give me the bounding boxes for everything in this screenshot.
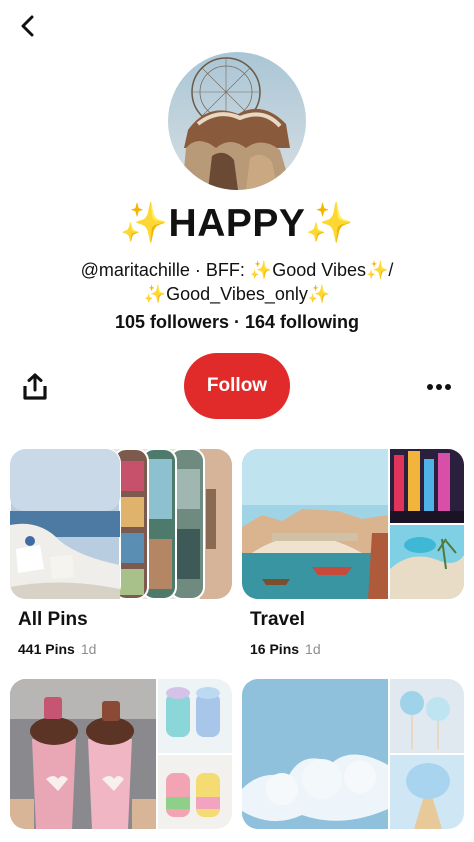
more-dot xyxy=(445,384,451,390)
board-age: 1d xyxy=(80,641,97,657)
board-title: All Pins xyxy=(18,609,88,630)
board-cover xyxy=(242,449,464,599)
profile-bio-line-2: ✨Good_Vibes_only✨ xyxy=(143,284,331,304)
profile-name: ✨HAPPY✨ xyxy=(119,202,355,245)
profile-bio: @maritachille · BFF: ✨Good Vibes✨/ ✨Good… xyxy=(40,258,434,306)
board-meta: 16 Pins 1d xyxy=(250,641,321,657)
board-meta: 441 Pins 1d xyxy=(18,641,96,657)
board-pin-count: 16 Pins xyxy=(250,641,300,657)
board-title: Travel xyxy=(250,609,305,630)
chevron-left-icon xyxy=(21,15,34,37)
profile-bio-line-1: @maritachille · BFF: ✨Good Vibes✨/ xyxy=(80,260,394,280)
back-button[interactable] xyxy=(14,10,42,42)
board-desserts[interactable] xyxy=(10,679,232,842)
board-pin-count: 441 Pins xyxy=(18,641,75,657)
more-horizontal-icon xyxy=(427,384,433,390)
share-icon xyxy=(23,373,47,400)
more-options-button[interactable] xyxy=(424,372,454,402)
board-all-pins[interactable]: All Pins 441 Pins 1d xyxy=(10,449,232,663)
follow-button[interactable]: Follow xyxy=(184,353,290,419)
more-dot xyxy=(436,384,442,390)
share-button[interactable] xyxy=(20,372,50,402)
board-age: 1d xyxy=(305,641,321,657)
board-sky[interactable] xyxy=(242,679,464,842)
board-cover xyxy=(10,449,232,599)
board-cover xyxy=(242,679,464,829)
avatar xyxy=(168,52,306,190)
board-travel[interactable]: Travel 16 Pins 1d xyxy=(242,449,464,663)
follower-stats[interactable]: 105 followers · 164 following xyxy=(0,312,474,333)
board-cover xyxy=(10,679,232,829)
